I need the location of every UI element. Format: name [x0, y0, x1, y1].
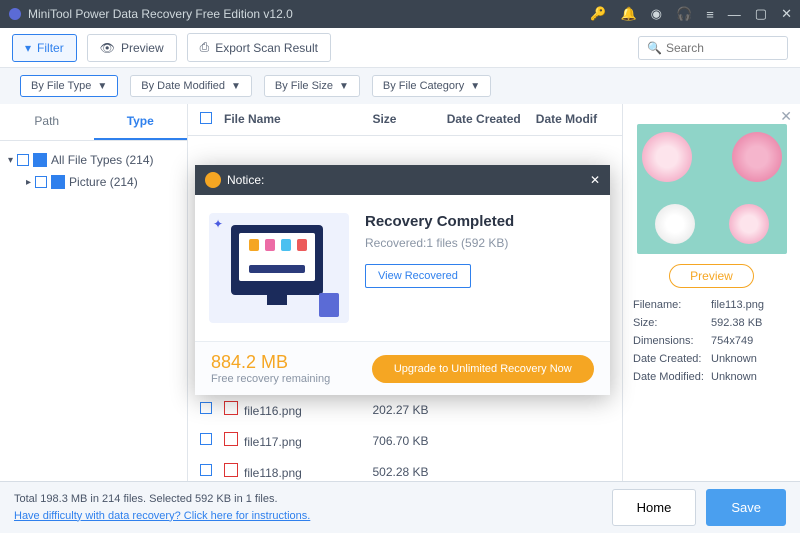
chevron-down-icon: ▼ [231, 81, 241, 92]
titlebar: MiniTool Power Data Recovery Free Editio… [0, 0, 800, 28]
chevron-right-icon: ▸ [26, 177, 31, 188]
headphones-icon[interactable]: 🎧 [676, 6, 692, 22]
modal-subtext: Recovered:1 files (592 KB) [365, 236, 596, 250]
modal-header: Notice: ✕ [195, 165, 610, 195]
col-filename[interactable]: File Name [224, 112, 372, 127]
remaining-value: 884.2 MB [211, 352, 356, 373]
filter-file-type[interactable]: By File Type▼ [20, 75, 118, 97]
view-recovered-button[interactable]: View Recovered [365, 264, 471, 288]
chevron-down-icon: ▼ [339, 81, 349, 92]
checkbox-icon[interactable] [200, 402, 212, 414]
chevron-down-icon: ▼ [97, 81, 107, 92]
checkbox-icon[interactable] [17, 154, 29, 166]
meta-value: file113.png [711, 299, 764, 311]
meta-value: Unknown [711, 353, 757, 365]
save-button[interactable]: Save [706, 489, 786, 526]
chevron-down-icon: ▼ [470, 81, 480, 92]
modal-illustration: ✦ [209, 213, 349, 323]
meta-value: 592.38 KB [711, 317, 762, 329]
preview-open-button[interactable]: Preview [669, 264, 754, 288]
toolbar: ▾ Filter 👁 Preview ⎙ Export Scan Result … [0, 28, 800, 68]
tree-picture[interactable]: ▸ Picture (214) [6, 171, 181, 193]
modal-title-label: Notice: [227, 173, 264, 187]
disc-icon[interactable]: ◉ [651, 6, 662, 22]
folder-icon [33, 153, 47, 167]
preview-button[interactable]: 👁 Preview [87, 34, 177, 62]
filter-file-category[interactable]: By File Category▼ [372, 75, 491, 97]
preview-meta: Filename:file113.png Size:592.38 KB Dime… [633, 296, 790, 386]
checkbox-icon[interactable] [200, 464, 212, 476]
filter-file-size[interactable]: By File Size▼ [264, 75, 360, 97]
meta-value: Unknown [711, 371, 757, 383]
close-preview-icon[interactable]: ✕ [780, 108, 792, 125]
preview-panel: ✕ Preview Filename:file113.png Size:592.… [622, 104, 800, 481]
app-icon [8, 7, 22, 21]
search-box[interactable]: 🔍 [638, 36, 788, 60]
remaining-label: Free recovery remaining [211, 373, 356, 385]
recovery-modal: Notice: ✕ ✦ Recovery Completed Recovered… [195, 165, 610, 395]
search-input[interactable] [666, 41, 779, 55]
sidebar: Path Type ▾ All File Types (214) ▸ Pictu… [0, 104, 188, 481]
checkbox-icon[interactable] [35, 176, 47, 188]
app-title: MiniTool Power Data Recovery Free Editio… [28, 7, 590, 21]
meta-label: Date Modified: [633, 371, 711, 383]
preview-label: Preview [121, 41, 164, 55]
menu-icon[interactable]: ≡ [706, 7, 714, 22]
preview-thumbnail [637, 124, 787, 254]
table-row[interactable]: file118.png502.28 KB [188, 456, 622, 487]
tab-path[interactable]: Path [0, 104, 94, 140]
footer-status: Total 198.3 MB in 214 files. Selected 59… [14, 491, 310, 508]
maximize-icon[interactable]: ▢ [755, 6, 767, 22]
table-row[interactable]: file116.png202.27 KB [188, 394, 622, 425]
table-row[interactable]: file117.png706.70 KB [188, 425, 622, 456]
upgrade-button[interactable]: Upgrade to Unlimited Recovery Now [372, 355, 594, 383]
meta-label: Size: [633, 317, 711, 329]
sparkle-icon: ✦ [213, 217, 223, 231]
bell-icon[interactable]: 🔔 [620, 6, 636, 22]
filter-label: Filter [37, 41, 64, 55]
tab-type[interactable]: Type [94, 104, 188, 140]
col-date-created[interactable]: Date Created [447, 112, 536, 127]
meta-value: 754x749 [711, 335, 753, 347]
meta-label: Date Created: [633, 353, 711, 365]
filter-button[interactable]: ▾ Filter [12, 34, 77, 62]
tree-all-file-types[interactable]: ▾ All File Types (214) [6, 149, 181, 171]
list-header: File Name Size Date Created Date Modif [188, 104, 622, 136]
tree-label: Picture (214) [69, 175, 138, 189]
funnel-icon: ▾ [25, 41, 31, 55]
checkbox-icon[interactable] [200, 433, 212, 445]
meta-label: Filename: [633, 299, 711, 311]
col-size[interactable]: Size [372, 112, 446, 127]
footer: Total 198.3 MB in 214 files. Selected 59… [0, 481, 800, 533]
notice-icon [205, 172, 221, 188]
file-icon [224, 432, 238, 446]
col-date-modified[interactable]: Date Modif [536, 112, 610, 127]
key-icon[interactable]: 🔑 [590, 6, 606, 22]
modal-heading: Recovery Completed [365, 213, 596, 230]
file-icon [224, 463, 238, 477]
filter-date-modified[interactable]: By Date Modified▼ [130, 75, 252, 97]
export-label: Export Scan Result [215, 41, 318, 55]
search-icon: 🔍 [647, 41, 662, 55]
export-button[interactable]: ⎙ Export Scan Result [187, 33, 331, 62]
chevron-down-icon: ▾ [8, 155, 13, 166]
close-icon[interactable]: ✕ [781, 6, 792, 22]
checkbox-all[interactable] [200, 112, 212, 124]
file-icon [224, 401, 238, 415]
help-link[interactable]: Have difficulty with data recovery? Clic… [14, 508, 310, 525]
tree-label: All File Types (214) [51, 153, 154, 167]
filter-bar: By File Type▼ By Date Modified▼ By File … [0, 68, 800, 104]
eye-icon: 👁 [100, 41, 115, 55]
export-icon: ⎙ [200, 40, 210, 55]
minimize-icon[interactable]: — [728, 7, 741, 22]
modal-close-icon[interactable]: ✕ [590, 173, 600, 187]
home-button[interactable]: Home [612, 489, 697, 526]
meta-label: Dimensions: [633, 335, 711, 347]
picture-icon [51, 175, 65, 189]
disk-icon [319, 293, 339, 317]
